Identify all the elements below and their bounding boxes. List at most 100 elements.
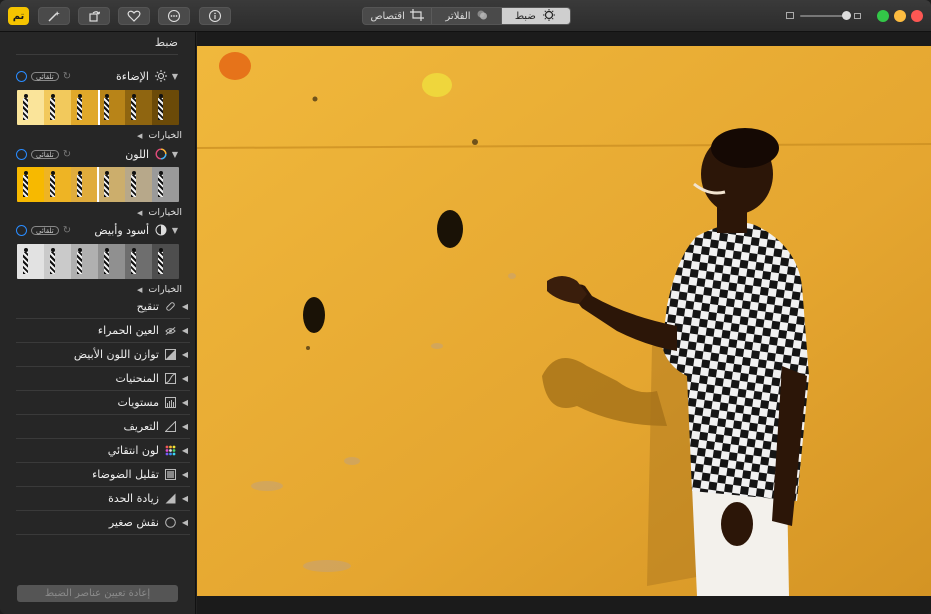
- reset-arrow-icon[interactable]: ↻: [63, 225, 71, 236]
- vignette-icon: [165, 517, 176, 528]
- close-window-button[interactable]: [911, 10, 923, 22]
- section-bw-label: أسود وأبيض: [94, 223, 149, 237]
- sidebar-title: ضبط: [154, 36, 178, 49]
- curves-icon: [165, 373, 176, 384]
- sharpen-icon: [165, 493, 176, 504]
- options-label: الخيارات: [148, 207, 182, 218]
- disclosure-left-icon[interactable]: ◀: [180, 350, 190, 359]
- info-button[interactable]: [199, 7, 231, 25]
- tool-curves-label: المنحنيات: [115, 372, 159, 385]
- tool-levels[interactable]: ◀ مستويات: [16, 391, 190, 415]
- tool-curves[interactable]: ◀ المنحنيات: [16, 367, 190, 391]
- tool-red-eye-label: العين الحمراء: [97, 324, 159, 337]
- tool-selective-color[interactable]: ◀ لون انتقائي: [16, 439, 190, 463]
- zoom-knob[interactable]: [842, 11, 851, 20]
- section-color-header[interactable]: ▼ اللون ↻ تلقائي: [16, 146, 180, 162]
- white-balance-icon: [165, 349, 176, 360]
- tab-adjust[interactable]: ضبط: [500, 8, 570, 24]
- ellipsis-icon: [167, 10, 181, 22]
- photo-image[interactable]: [197, 46, 931, 596]
- info-icon: [208, 10, 222, 22]
- tool-levels-label: مستويات: [117, 396, 159, 409]
- disclosure-left-icon: ◀: [137, 285, 143, 294]
- tab-filters-label: الفلاتر: [445, 10, 471, 22]
- light-options-toggle[interactable]: الخيارات ◀: [137, 130, 182, 141]
- section-bw-header[interactable]: ▼ أسود وأبيض ↻ تلقائي: [16, 222, 180, 238]
- tool-noise-reduction[interactable]: ◀ تقليل الضوضاء: [16, 463, 190, 487]
- auto-enhance-button[interactable]: [38, 7, 70, 25]
- done-button[interactable]: تم: [8, 7, 29, 25]
- disclosure-left-icon[interactable]: ◀: [180, 518, 190, 527]
- disclosure-down-icon[interactable]: ▼: [170, 226, 180, 235]
- color-options-toggle[interactable]: الخيارات ◀: [137, 207, 182, 218]
- retouch-icon: [165, 301, 176, 312]
- selective-color-icon: [165, 445, 176, 456]
- magic-wand-icon: [47, 10, 61, 22]
- tool-white-balance-label: توازن اللون الأبيض: [73, 348, 159, 361]
- tool-red-eye[interactable]: ◀ العين الحمراء: [16, 319, 190, 343]
- auto-button[interactable]: تلقائي: [31, 149, 59, 159]
- tool-noise-reduction-label: تقليل الضوضاء: [92, 468, 159, 481]
- disclosure-left-icon[interactable]: ◀: [180, 374, 190, 383]
- bw-options-toggle[interactable]: الخيارات ◀: [137, 284, 182, 295]
- disclosure-left-icon[interactable]: ◀: [180, 398, 190, 407]
- levels-icon: [165, 397, 176, 408]
- zoom-window-button[interactable]: [877, 10, 889, 22]
- tool-sharpen[interactable]: ◀ زيادة الحدة: [16, 487, 190, 511]
- tool-white-balance[interactable]: ◀ توازن اللون الأبيض: [16, 343, 190, 367]
- zoom-slider[interactable]: [786, 10, 862, 22]
- section-light-label: الإضاءة: [116, 69, 149, 83]
- section-color-label: اللون: [125, 147, 149, 161]
- reset-arrow-icon[interactable]: ↻: [63, 71, 71, 82]
- options-label: الخيارات: [148, 130, 182, 141]
- disclosure-left-icon[interactable]: ◀: [180, 326, 190, 335]
- tab-adjust-label: ضبط: [514, 10, 536, 22]
- crop-icon: [409, 8, 424, 24]
- tool-retouch[interactable]: ◀ تنقيح: [16, 295, 190, 319]
- disclosure-left-icon[interactable]: ◀: [180, 470, 190, 479]
- minimize-window-button[interactable]: [894, 10, 906, 22]
- disclosure-left-icon[interactable]: ◀: [180, 422, 190, 431]
- disclosure-left-icon: ◀: [137, 208, 143, 217]
- color-icon: [155, 148, 167, 160]
- section-enable-toggle[interactable]: [16, 148, 27, 160]
- color-preview-strip[interactable]: [17, 167, 179, 202]
- tool-definition[interactable]: ◀ التعريف: [16, 415, 190, 439]
- auto-button[interactable]: تلقائي: [31, 225, 59, 235]
- tab-filters[interactable]: الفلاتر: [431, 8, 500, 24]
- zoom-in-icon: [854, 13, 861, 19]
- section-enable-toggle[interactable]: [16, 224, 27, 236]
- strip-slider-handle[interactable]: [98, 90, 100, 125]
- strip-slider-handle[interactable]: [97, 167, 99, 202]
- rotate-icon: [87, 10, 101, 22]
- heart-icon: [127, 10, 141, 22]
- section-enable-toggle[interactable]: [16, 70, 27, 82]
- disclosure-left-icon[interactable]: ◀: [180, 302, 190, 311]
- photos-edit-window: تم اقتصاص الفلاتر ضبط ضبط ▼ الإضاءة ↻ تل…: [0, 0, 931, 614]
- disclosure-down-icon[interactable]: ▼: [170, 72, 180, 81]
- disclosure-left-icon[interactable]: ◀: [180, 446, 190, 455]
- tool-vignette[interactable]: ◀ نقش صغير: [16, 511, 190, 535]
- divider: [16, 54, 178, 55]
- reset-arrow-icon[interactable]: ↻: [63, 149, 71, 160]
- disclosure-down-icon[interactable]: ▼: [170, 150, 180, 159]
- tool-selective-color-label: لون انتقائي: [107, 444, 159, 457]
- tool-retouch-label: تنقيح: [136, 300, 159, 313]
- adjust-sidebar: ضبط ▼ الإضاءة ↻ تلقائي الخيارات ◀ ▼ اللو…: [0, 32, 196, 614]
- light-preview-strip[interactable]: [17, 90, 179, 125]
- reset-adjustments-button[interactable]: إعادة تعيين عناصر الضبط: [17, 585, 178, 602]
- noise-reduction-icon: [165, 469, 176, 480]
- auto-button[interactable]: تلقائي: [31, 71, 59, 81]
- tool-sharpen-label: زيادة الحدة: [108, 492, 159, 505]
- red-eye-icon: [165, 325, 176, 336]
- section-light-header[interactable]: ▼ الإضاءة ↻ تلقائي: [16, 68, 180, 84]
- adjust-icon: [541, 8, 557, 24]
- favorite-button[interactable]: [118, 7, 150, 25]
- disclosure-left-icon[interactable]: ◀: [180, 494, 190, 503]
- bw-preview-strip[interactable]: [17, 244, 179, 279]
- tab-crop[interactable]: اقتصاص: [363, 8, 431, 24]
- more-button[interactable]: [158, 7, 190, 25]
- filters-icon: [476, 9, 488, 24]
- photo-canvas[interactable]: [197, 32, 931, 614]
- rotate-button[interactable]: [78, 7, 110, 25]
